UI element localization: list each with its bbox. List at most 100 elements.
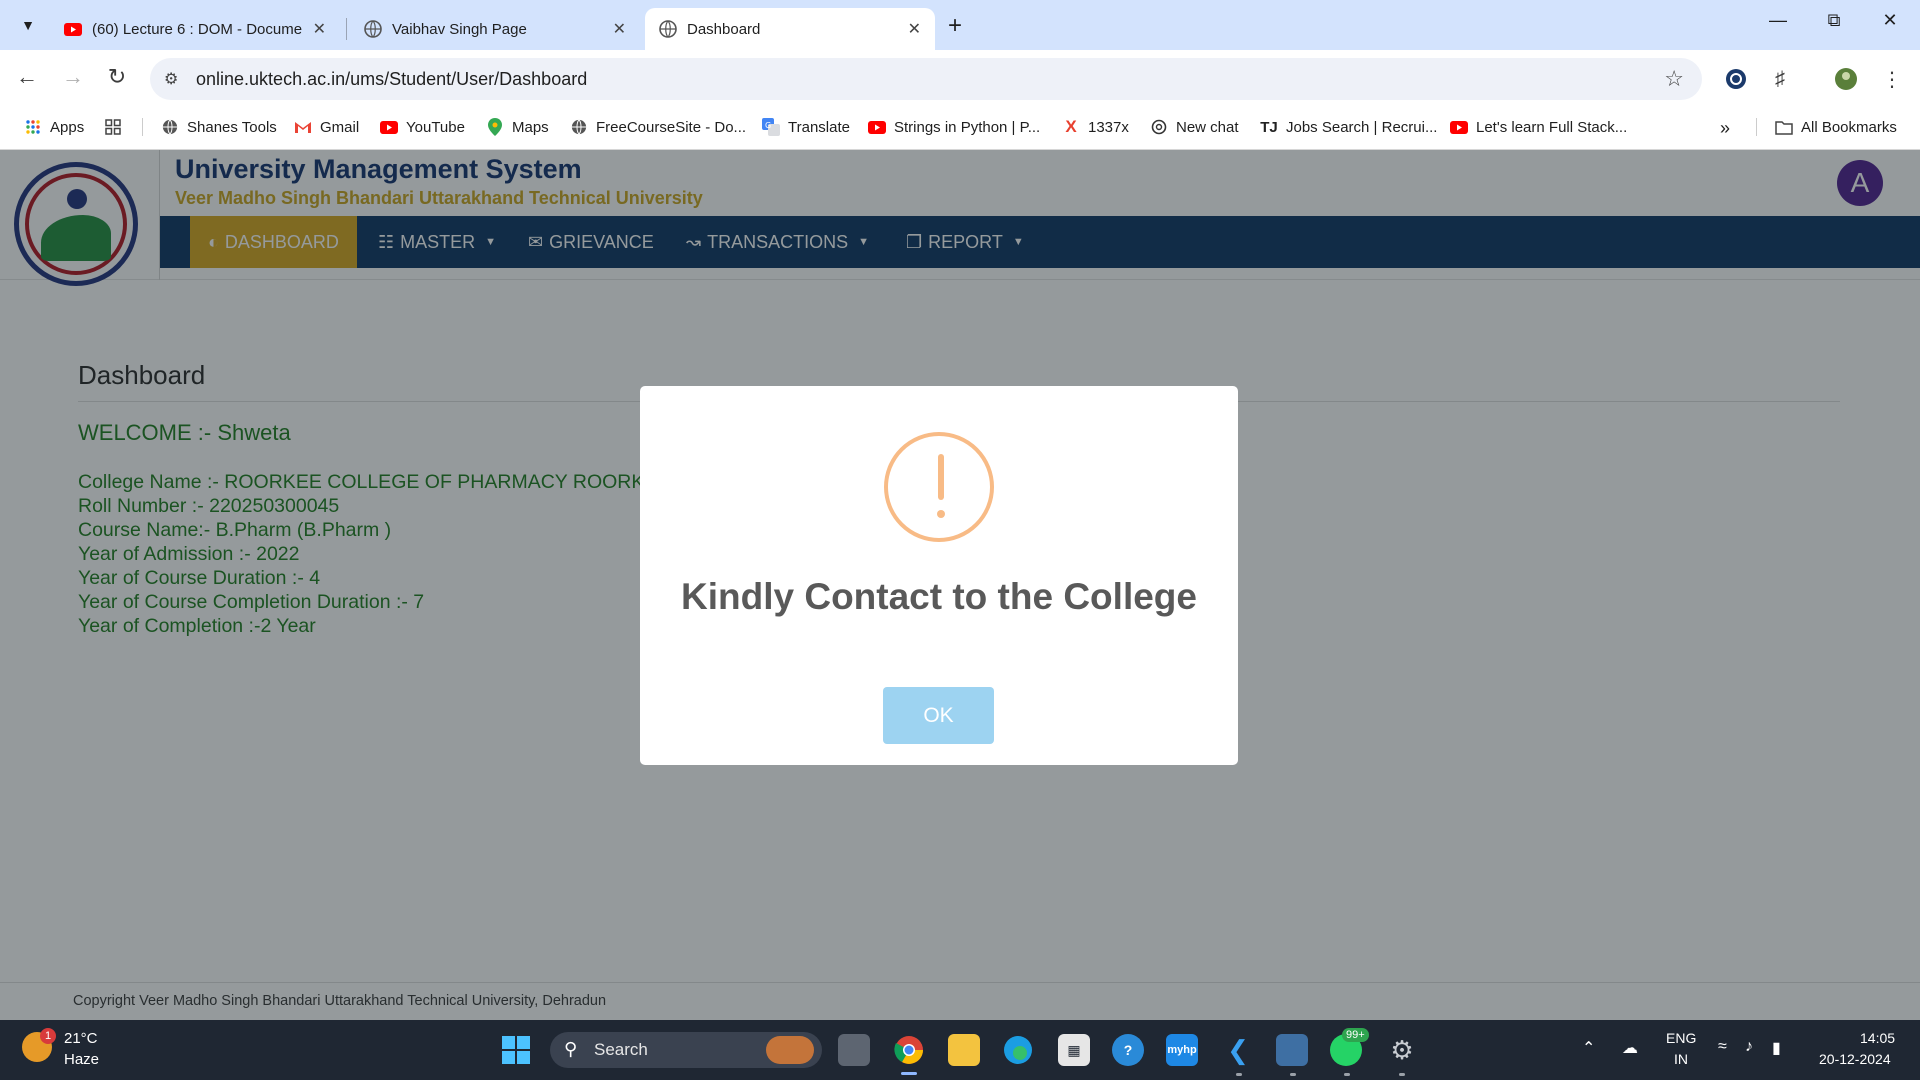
bookmark-label: Shanes Tools <box>187 118 277 136</box>
site-settings-icon[interactable]: ⚙ <box>164 69 178 89</box>
translate-icon: G <box>762 118 780 136</box>
store-icon[interactable]: ▦ <box>1058 1034 1090 1066</box>
tab-dashboard[interactable]: Dashboard ✕ <box>645 8 935 50</box>
vscode-icon[interactable]: ❮ <box>1222 1034 1254 1066</box>
chrome-icon[interactable] <box>893 1034 925 1066</box>
maps-icon <box>486 118 504 136</box>
bookmarks-bar: Apps Shanes Tools Gmail YouTube Maps Fre… <box>0 108 1920 150</box>
bookmark-translate[interactable]: G Translate <box>762 118 850 136</box>
chevron-down-icon: ▼ <box>21 17 35 33</box>
bookmark-full-stack[interactable]: Let's learn Full Stack... <box>1450 118 1627 136</box>
restore-icon[interactable]: ⧉ <box>1814 10 1854 31</box>
globe-icon <box>364 20 382 38</box>
search-label: Search <box>594 1040 648 1059</box>
close-tab-icon[interactable]: ✕ <box>613 19 626 39</box>
wifi-icon[interactable]: ≈ <box>1718 1038 1727 1056</box>
running-app-indicator <box>1344 1073 1350 1076</box>
all-bookmarks-label: All Bookmarks <box>1801 118 1897 136</box>
bookmark-label: Strings in Python | P... <box>894 118 1041 136</box>
bookmark-strings-python[interactable]: Strings in Python | P... <box>868 118 1040 136</box>
myhp-icon[interactable]: myhp <box>1166 1034 1198 1066</box>
youtube-icon <box>64 20 82 38</box>
search-icon: ⚲ <box>564 1039 578 1059</box>
bookmark-label: 1337x <box>1088 118 1129 136</box>
volume-icon[interactable]: ♪ <box>1745 1038 1753 1056</box>
extension-icon[interactable] <box>1722 65 1750 93</box>
dialog-message: Kindly Contact to the College <box>681 576 1197 617</box>
tab-title: (60) Lecture 6 : DOM - Docume <box>92 20 303 38</box>
profile-avatar-icon[interactable] <box>1832 65 1860 93</box>
tab-vaibhav[interactable]: Vaibhav Singh Page ✕ <box>350 8 640 50</box>
weather-condition[interactable]: Haze <box>64 1051 99 1068</box>
taskbar-search[interactable]: ⚲ Search <box>550 1032 822 1068</box>
tab-search-button[interactable]: ▼ <box>12 9 44 41</box>
close-tab-icon[interactable]: ✕ <box>908 19 921 39</box>
bookmark-youtube[interactable]: YouTube <box>380 118 465 136</box>
extensions-puzzle-icon[interactable]: ♯ <box>1766 65 1794 93</box>
clock-date[interactable]: 20-12-2024 <box>1819 1051 1891 1067</box>
bookmark-label: Jobs Search | Recrui... <box>1286 118 1438 136</box>
bookmark-star-icon[interactable]: ☆ <box>1664 66 1684 92</box>
windows-taskbar: 1 21°C Haze ⚲ Search ▦ ? myhp ❮ 99+ ⚙ ⌃ … <box>0 1020 1920 1080</box>
file-explorer-icon[interactable] <box>948 1034 980 1066</box>
ok-button[interactable]: OK <box>883 687 994 744</box>
alert-dialog: Kindly Contact to the College OK <box>640 386 1238 765</box>
settings-gear-icon[interactable]: ⚙ <box>1386 1034 1418 1066</box>
bookmark-1337x[interactable]: X 1337x <box>1062 117 1129 136</box>
url-text[interactable]: online.uktech.ac.in/ums/Student/User/Das… <box>196 69 587 90</box>
cloud-offline-icon[interactable]: ☁ <box>1622 1038 1638 1058</box>
bookmark-label: Translate <box>788 118 850 136</box>
bookmark-label: Maps <box>512 118 549 136</box>
tab-separator <box>346 18 347 40</box>
bookmark-label: Apps <box>50 118 85 136</box>
windows-start-icon[interactable] <box>502 1036 530 1064</box>
region-label[interactable]: IN <box>1674 1051 1688 1067</box>
youtube-icon <box>1450 118 1468 136</box>
reload-icon[interactable]: ↻ <box>102 64 132 90</box>
task-view-icon[interactable] <box>838 1034 870 1066</box>
more-bookmarks-icon[interactable]: » <box>1720 118 1730 139</box>
bookmark-shanes-tools[interactable]: Shanes Tools <box>142 118 277 136</box>
running-app-indicator <box>1236 1073 1242 1076</box>
clock-time[interactable]: 14:05 <box>1860 1030 1895 1046</box>
bookmark-label: New chat <box>1176 118 1239 136</box>
running-app-indicator <box>1290 1073 1296 1076</box>
language-label[interactable]: ENG <box>1666 1030 1696 1046</box>
globe-icon <box>161 118 179 136</box>
new-tab-button[interactable]: + <box>948 12 962 40</box>
chevron-up-icon[interactable]: ⌃ <box>1582 1038 1595 1058</box>
close-window-icon[interactable]: ✕ <box>1870 10 1910 31</box>
minimize-icon[interactable]: — <box>1758 10 1798 31</box>
gmail-icon <box>294 118 312 136</box>
edge-icon[interactable] <box>1002 1034 1034 1066</box>
browser-toolbar: ← → ↻ ⚙ online.uktech.ac.in/ums/Student/… <box>0 50 1920 108</box>
weather-temp[interactable]: 21°C <box>64 1030 98 1047</box>
tj-icon: TJ <box>1260 118 1278 136</box>
tab-lecture[interactable]: (60) Lecture 6 : DOM - Docume ✕ <box>50 8 340 50</box>
address-bar[interactable]: ⚙ online.uktech.ac.in/ums/Student/User/D… <box>150 58 1702 100</box>
back-arrow-icon[interactable]: ← <box>12 64 42 90</box>
bookmark-gmail[interactable]: Gmail <box>294 118 359 136</box>
active-app-indicator <box>901 1072 917 1075</box>
search-highlight-icon <box>766 1036 814 1064</box>
bookmark-new-chat[interactable]: New chat <box>1150 118 1239 136</box>
bookmark-freecoursesite[interactable]: FreeCourseSite - Do... <box>570 118 746 136</box>
bookmark-maps[interactable]: Maps <box>486 118 549 136</box>
browser-tabstrip: ▼ (60) Lecture 6 : DOM - Docume ✕ Vaibha… <box>0 0 1920 50</box>
all-bookmarks[interactable]: All Bookmarks <box>1756 118 1897 136</box>
youtube-icon <box>380 118 398 136</box>
forward-arrow-icon[interactable]: → <box>58 64 88 90</box>
bookmark-jobs-search[interactable]: TJ Jobs Search | Recrui... <box>1260 118 1437 136</box>
grid-icon <box>104 118 122 136</box>
weather-badge: 1 <box>40 1028 56 1044</box>
whatsapp-badge: 99+ <box>1342 1028 1369 1042</box>
warning-exclamation-icon <box>884 432 994 542</box>
apps-grid-icon <box>24 118 42 136</box>
bookmark-grid[interactable] <box>104 118 122 136</box>
battery-icon[interactable]: ▮ <box>1772 1038 1781 1058</box>
more-menu-icon[interactable]: ⋮ <box>1878 65 1906 93</box>
bookmark-apps[interactable]: Apps <box>24 118 84 136</box>
help-icon[interactable]: ? <box>1112 1034 1144 1066</box>
notepad-icon[interactable] <box>1276 1034 1308 1066</box>
close-tab-icon[interactable]: ✕ <box>313 19 326 39</box>
